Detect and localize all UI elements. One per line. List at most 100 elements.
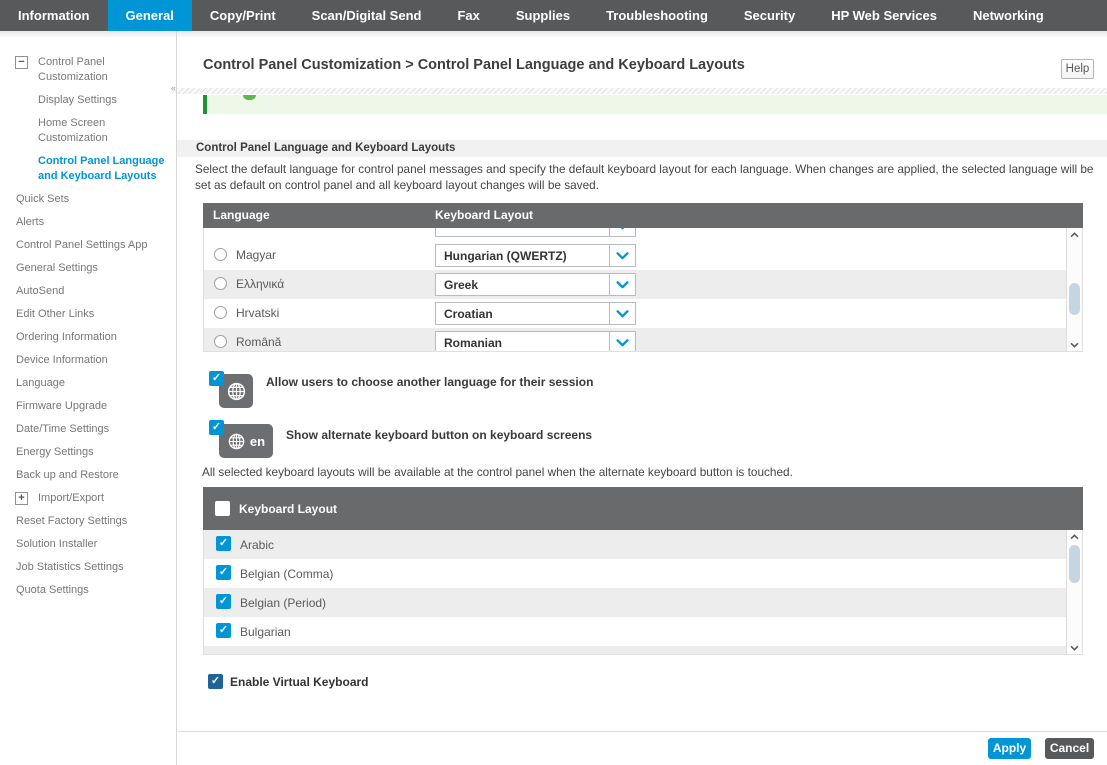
list-item: Belgian (Period) — [204, 588, 1066, 617]
sidebar-item-label: Home Screen Customization — [38, 117, 108, 144]
keyboard-layout-label: Arabic — [240, 538, 274, 552]
sidebar-item-label: Quick Sets — [16, 193, 69, 205]
sidebar-item[interactable]: Alerts — [0, 215, 170, 238]
keyboard-layout-select[interactable]: Romanian — [435, 331, 636, 352]
nav-tab-label: Security — [744, 8, 795, 23]
scroll-up-icon[interactable] — [1067, 530, 1082, 543]
apply-button[interactable]: Apply — [988, 738, 1031, 759]
keyboard-layout-checkbox[interactable] — [216, 536, 231, 551]
sidebar-item[interactable]: Display Settings — [0, 93, 170, 116]
nav-tab[interactable]: Supplies — [498, 0, 588, 31]
sidebar-item[interactable]: −Control Panel Customization — [0, 55, 170, 93]
sidebar-collapse-icon[interactable]: « — [170, 84, 177, 102]
sidebar-item[interactable]: AutoSend — [0, 284, 170, 307]
keyboard-layout-select[interactable]: Hungarian (QWERTZ) — [435, 244, 636, 267]
globe-icon[interactable] — [219, 374, 253, 408]
nav-tab[interactable]: Networking — [955, 0, 1062, 31]
keyboard-table-header: Keyboard Layout — [203, 487, 1083, 530]
virtual-keyboard-checkbox[interactable] — [208, 674, 223, 689]
sidebar-item[interactable]: Back up and Restore — [0, 468, 170, 491]
scroll-down-icon[interactable] — [1067, 338, 1082, 351]
sidebar-item-label: Control Panel Language and Keyboard Layo… — [38, 155, 165, 182]
language-table-body: Magyar Hungarian (QWERTZ) Ελληνικά Greek — [203, 228, 1083, 352]
sidebar-item[interactable]: Home Screen Customization — [0, 116, 170, 154]
globe-en-icon[interactable]: en — [219, 424, 273, 458]
language-radio[interactable] — [214, 248, 227, 261]
keyboard-table-scrollbar[interactable] — [1066, 530, 1082, 654]
nav-tab[interactable]: Copy/Print — [192, 0, 294, 31]
nav-tab[interactable]: Troubleshooting — [588, 0, 726, 31]
sidebar-item[interactable]: Ordering Information — [0, 330, 170, 353]
globe-en-text: en — [250, 434, 265, 449]
select-all-checkbox[interactable] — [215, 501, 230, 516]
sidebar-item[interactable]: Language — [0, 376, 170, 399]
nav-tab[interactable]: General — [108, 0, 192, 31]
chevron-down-icon[interactable] — [609, 228, 635, 236]
language-radio[interactable] — [214, 277, 227, 290]
chevron-down-icon[interactable] — [609, 245, 635, 266]
keyboard-layout-checkbox[interactable] — [216, 623, 231, 638]
cancel-button[interactable]: Cancel — [1045, 738, 1094, 759]
keyboard-layout-select[interactable]: Croatian — [435, 302, 636, 325]
sidebar-item[interactable]: Control Panel Settings App — [0, 238, 170, 261]
language-table-scrollbar[interactable] — [1066, 228, 1082, 351]
sidebar-item-label: AutoSend — [16, 285, 64, 297]
alternate-keyboard-checkbox[interactable] — [209, 420, 224, 435]
help-button[interactable]: Help — [1061, 59, 1094, 79]
sidebar-item[interactable]: Solution Installer — [0, 537, 170, 560]
language-radio[interactable] — [214, 335, 227, 348]
section-title: Control Panel Language and Keyboard Layo… — [177, 140, 1107, 157]
nav-tab[interactable]: Information — [0, 0, 108, 31]
keyboard-layout-checkbox[interactable] — [216, 565, 231, 580]
nav-tab[interactable]: Scan/Digital Send — [294, 0, 440, 31]
chevron-down-icon[interactable] — [609, 303, 635, 324]
virtual-keyboard-label: Enable Virtual Keyboard — [230, 675, 369, 689]
sidebar-item[interactable]: +Import/Export — [0, 491, 170, 514]
language-label: Română — [236, 335, 281, 349]
expand-icon[interactable]: + — [15, 492, 28, 505]
sidebar-item-label: Control Panel Customization — [38, 56, 108, 83]
section-description: Select the default language for control … — [195, 161, 1101, 193]
keyboard-layout-checkbox[interactable] — [216, 594, 231, 609]
sidebar-item[interactable]: Job Statistics Settings — [0, 560, 170, 583]
sidebar-item[interactable]: Quota Settings — [0, 583, 170, 606]
sidebar-item[interactable]: Firmware Upgrade — [0, 399, 170, 422]
table-row: Hrvatski Croatian — [204, 299, 1066, 328]
nav-tab[interactable]: Security — [726, 0, 813, 31]
sidebar-item-label: Back up and Restore — [16, 469, 119, 481]
sidebar-item-label: Reset Factory Settings — [16, 515, 127, 527]
collapse-icon[interactable]: − — [15, 56, 28, 69]
sidebar-item[interactable]: Control Panel Language and Keyboard Layo… — [0, 154, 170, 192]
sidebar-item[interactable]: Reset Factory Settings — [0, 514, 170, 537]
keyboard-layout-select[interactable]: Greek — [435, 273, 636, 296]
sidebar-item-label: General Settings — [16, 262, 98, 274]
keyboard-layout-label: Belgian (Period) — [240, 596, 326, 610]
sidebar-item-label: Device Information — [16, 354, 108, 366]
chevron-down-icon[interactable] — [609, 332, 635, 352]
scrollbar-thumb[interactable] — [1069, 545, 1080, 583]
scroll-down-icon[interactable] — [1067, 641, 1082, 654]
sidebar-item[interactable]: Edit Other Links — [0, 307, 170, 330]
sidebar-item[interactable]: Quick Sets — [0, 192, 170, 215]
language-radio[interactable] — [214, 306, 227, 319]
sidebar-item[interactable]: Energy Settings — [0, 445, 170, 468]
language-table-header: Language Keyboard Layout — [203, 203, 1083, 228]
nav-tab-label: HP Web Services — [831, 8, 937, 23]
sidebar-item[interactable]: Date/Time Settings — [0, 422, 170, 445]
scroll-up-icon[interactable] — [1067, 228, 1082, 241]
allow-language-checkbox[interactable] — [209, 371, 224, 386]
scrollbar-thumb[interactable] — [1069, 283, 1080, 315]
chevron-down-icon[interactable] — [609, 274, 635, 295]
table-row: Română Romanian — [204, 328, 1066, 352]
language-label: Ελληνικά — [236, 277, 284, 291]
sidebar-item[interactable]: General Settings — [0, 261, 170, 284]
header-divider — [177, 88, 1107, 94]
nav-tab-label: Networking — [973, 8, 1044, 23]
keyboard-layout-select[interactable] — [435, 228, 636, 237]
sidebar-item[interactable]: Device Information — [0, 353, 170, 376]
nav-tab[interactable]: Fax — [439, 0, 497, 31]
nav-tab[interactable]: HP Web Services — [813, 0, 955, 31]
table-row: Magyar Hungarian (QWERTZ) — [204, 241, 1066, 270]
nav-tab-label: Troubleshooting — [606, 8, 708, 23]
list-item: Arabic — [204, 530, 1066, 559]
